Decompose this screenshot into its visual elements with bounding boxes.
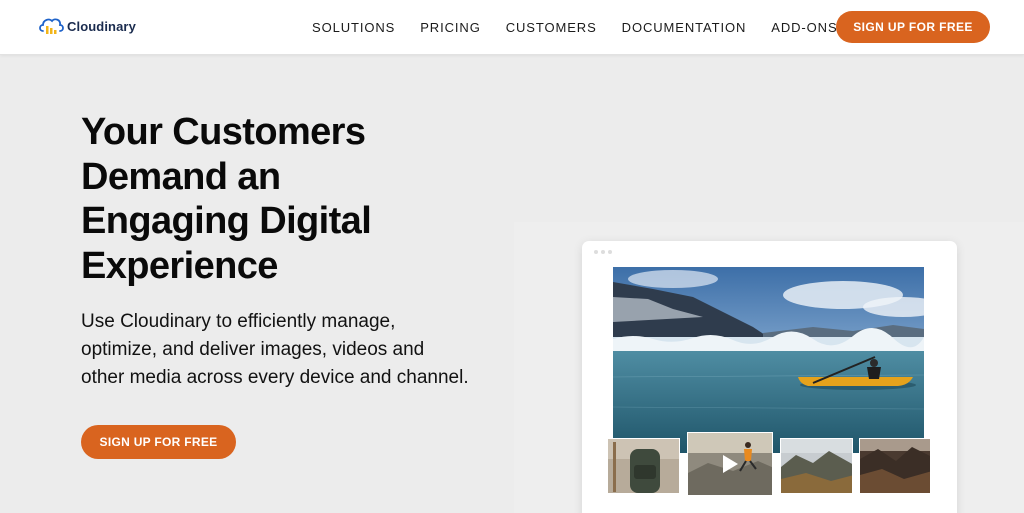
hero-signup-button[interactable]: SIGN UP FOR FREE <box>81 425 236 459</box>
nav-link-pricing[interactable]: PRICING <box>420 20 480 35</box>
hero-title-line: Experience <box>81 244 278 287</box>
cloudinary-logo[interactable]: Cloudinary <box>38 14 136 38</box>
cloud-logo-icon <box>39 18 64 34</box>
play-overlay[interactable] <box>688 433 772 495</box>
hero-subtitle-line: optimize, and deliver images, videos and <box>81 339 425 360</box>
thumbnail-hiker-video[interactable] <box>687 432 773 496</box>
hero-subtitle-line: other media across every device and chan… <box>81 367 469 388</box>
nav-link-customers[interactable]: CUSTOMERS <box>506 20 597 35</box>
top-navigation: Cloudinary SOLUTIONS PRICING CUSTOMERS D… <box>0 0 1024 55</box>
hero-title-line: Engaging Digital <box>81 200 372 242</box>
nav-links: SOLUTIONS PRICING CUSTOMERS DOCUMENTATIO… <box>300 0 863 55</box>
nav-signup-button[interactable]: SIGN UP FOR FREE <box>836 11 990 43</box>
thumbnail-mountain-valley[interactable] <box>780 438 853 494</box>
nav-link-documentation[interactable]: DOCUMENTATION <box>622 20 747 35</box>
window-dot <box>594 250 598 254</box>
backpack-photo <box>608 439 679 493</box>
window-dot <box>608 250 612 254</box>
window-dots <box>594 250 612 254</box>
mountain-valley-photo <box>781 439 852 493</box>
kayak-glacier-lake-photo[interactable] <box>613 267 924 453</box>
hero-title-line: Your Customers <box>81 111 366 153</box>
play-icon <box>723 455 738 473</box>
nav-link-add-ons[interactable]: ADD-ONS <box>771 20 837 35</box>
hero-title: Your Customers Demand an Engaging Digita… <box>81 110 481 288</box>
hero-title-line: Demand an <box>81 155 281 198</box>
rocky-mountains-photo <box>860 439 930 493</box>
hero-subtitle-line: Use Cloudinary to efficiently manage, <box>81 311 396 332</box>
kayak-scene-illustration <box>613 267 924 453</box>
media-preview-card <box>582 241 957 513</box>
thumbnail-rocky-mountains[interactable] <box>859 438 931 494</box>
nav-link-solutions[interactable]: SOLUTIONS <box>312 20 395 35</box>
hero-subtitle: Use Cloudinary to efficiently manage, op… <box>81 308 521 392</box>
thumbnail-backpack[interactable] <box>607 438 680 494</box>
window-dot <box>601 250 605 254</box>
brand-name: Cloudinary <box>67 18 136 34</box>
